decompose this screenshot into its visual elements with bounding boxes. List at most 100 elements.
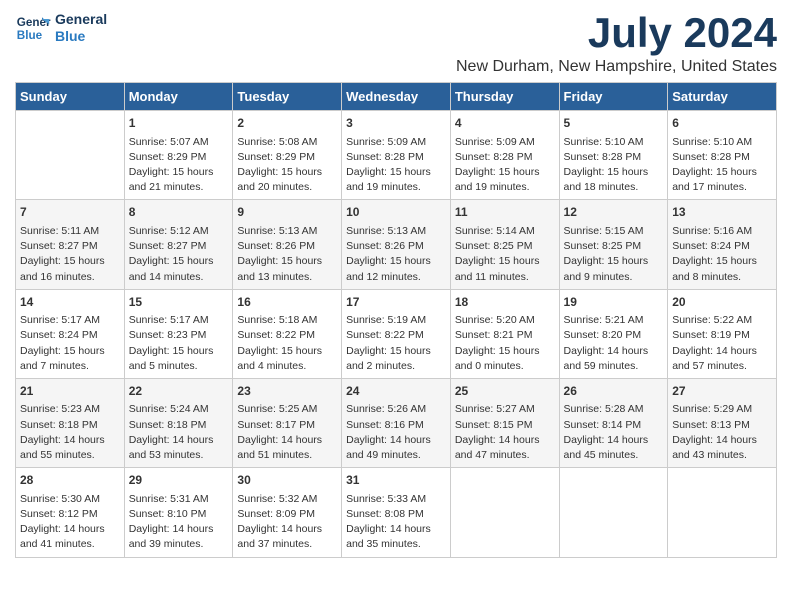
calendar-cell: 11Sunrise: 5:14 AMSunset: 8:25 PMDayligh… — [450, 200, 559, 289]
day-info: Daylight: 15 hours — [672, 165, 772, 180]
day-info: and 16 minutes. — [20, 270, 120, 285]
day-info: and 5 minutes. — [129, 359, 229, 374]
day-info: Daylight: 14 hours — [129, 433, 229, 448]
calendar-header-row: SundayMondayTuesdayWednesdayThursdayFrid… — [16, 83, 777, 111]
header-sunday: Sunday — [16, 83, 125, 111]
day-info: Sunrise: 5:22 AM — [672, 313, 772, 328]
calendar-cell: 16Sunrise: 5:18 AMSunset: 8:22 PMDayligh… — [233, 289, 342, 378]
day-number: 18 — [455, 294, 555, 311]
day-info: Sunrise: 5:21 AM — [564, 313, 664, 328]
day-info: Sunrise: 5:27 AM — [455, 402, 555, 417]
day-info: and 2 minutes. — [346, 359, 446, 374]
day-number: 26 — [564, 383, 664, 400]
calendar-cell: 10Sunrise: 5:13 AMSunset: 8:26 PMDayligh… — [342, 200, 451, 289]
day-info: Sunrise: 5:19 AM — [346, 313, 446, 328]
calendar-cell: 22Sunrise: 5:24 AMSunset: 8:18 PMDayligh… — [124, 378, 233, 467]
day-info: and 9 minutes. — [564, 270, 664, 285]
day-info: Sunrise: 5:14 AM — [455, 224, 555, 239]
calendar-cell: 27Sunrise: 5:29 AMSunset: 8:13 PMDayligh… — [668, 378, 777, 467]
calendar-cell: 2Sunrise: 5:08 AMSunset: 8:29 PMDaylight… — [233, 111, 342, 200]
day-info: and 57 minutes. — [672, 359, 772, 374]
day-info: Sunrise: 5:13 AM — [346, 224, 446, 239]
day-info: Sunset: 8:20 PM — [564, 328, 664, 343]
day-info: Sunset: 8:17 PM — [237, 418, 337, 433]
day-info: Daylight: 14 hours — [129, 522, 229, 537]
day-info: Daylight: 15 hours — [20, 254, 120, 269]
logo-icon: General Blue — [15, 10, 51, 46]
day-info: and 55 minutes. — [20, 448, 120, 463]
calendar-week-5: 28Sunrise: 5:30 AMSunset: 8:12 PMDayligh… — [16, 468, 777, 557]
header-tuesday: Tuesday — [233, 83, 342, 111]
day-number: 21 — [20, 383, 120, 400]
day-info: Sunset: 8:14 PM — [564, 418, 664, 433]
day-info: and 17 minutes. — [672, 180, 772, 195]
day-info: Daylight: 14 hours — [346, 433, 446, 448]
calendar-cell: 17Sunrise: 5:19 AMSunset: 8:22 PMDayligh… — [342, 289, 451, 378]
calendar-week-4: 21Sunrise: 5:23 AMSunset: 8:18 PMDayligh… — [16, 378, 777, 467]
day-info: Sunset: 8:21 PM — [455, 328, 555, 343]
day-info: and 12 minutes. — [346, 270, 446, 285]
day-number: 1 — [129, 115, 229, 132]
day-info: Sunset: 8:29 PM — [237, 150, 337, 165]
calendar-cell: 7Sunrise: 5:11 AMSunset: 8:27 PMDaylight… — [16, 200, 125, 289]
day-number: 3 — [346, 115, 446, 132]
day-info: Daylight: 14 hours — [20, 433, 120, 448]
day-info: Sunrise: 5:11 AM — [20, 224, 120, 239]
calendar-cell: 15Sunrise: 5:17 AMSunset: 8:23 PMDayligh… — [124, 289, 233, 378]
calendar-week-2: 7Sunrise: 5:11 AMSunset: 8:27 PMDaylight… — [16, 200, 777, 289]
day-number: 17 — [346, 294, 446, 311]
day-info: Sunrise: 5:32 AM — [237, 492, 337, 507]
header-thursday: Thursday — [450, 83, 559, 111]
day-info: Sunrise: 5:08 AM — [237, 135, 337, 150]
calendar-cell: 26Sunrise: 5:28 AMSunset: 8:14 PMDayligh… — [559, 378, 668, 467]
day-number: 20 — [672, 294, 772, 311]
day-info: Sunset: 8:27 PM — [129, 239, 229, 254]
day-info: Sunset: 8:15 PM — [455, 418, 555, 433]
day-info: Sunset: 8:13 PM — [672, 418, 772, 433]
day-info: Daylight: 15 hours — [672, 254, 772, 269]
day-info: Sunrise: 5:12 AM — [129, 224, 229, 239]
day-info: and 39 minutes. — [129, 537, 229, 552]
day-info: Sunset: 8:26 PM — [346, 239, 446, 254]
day-info: Sunset: 8:18 PM — [129, 418, 229, 433]
main-title: July 2024 — [456, 10, 777, 56]
day-info: Daylight: 15 hours — [455, 254, 555, 269]
header-monday: Monday — [124, 83, 233, 111]
day-info: Sunrise: 5:20 AM — [455, 313, 555, 328]
day-info: Sunrise: 5:09 AM — [346, 135, 446, 150]
day-info: Sunrise: 5:09 AM — [455, 135, 555, 150]
page-header: General Blue General Blue July 2024 New … — [15, 10, 777, 76]
title-area: July 2024 New Durham, New Hampshire, Uni… — [456, 10, 777, 76]
calendar-cell: 23Sunrise: 5:25 AMSunset: 8:17 PMDayligh… — [233, 378, 342, 467]
day-info: Daylight: 15 hours — [564, 165, 664, 180]
day-info: and 18 minutes. — [564, 180, 664, 195]
day-info: Sunset: 8:28 PM — [672, 150, 772, 165]
day-info: and 19 minutes. — [455, 180, 555, 195]
day-info: Sunrise: 5:33 AM — [346, 492, 446, 507]
day-info: and 7 minutes. — [20, 359, 120, 374]
day-number: 30 — [237, 472, 337, 489]
calendar-cell: 29Sunrise: 5:31 AMSunset: 8:10 PMDayligh… — [124, 468, 233, 557]
day-info: and 41 minutes. — [20, 537, 120, 552]
logo: General Blue General Blue — [15, 10, 107, 46]
day-info: Daylight: 14 hours — [237, 433, 337, 448]
calendar-cell: 30Sunrise: 5:32 AMSunset: 8:09 PMDayligh… — [233, 468, 342, 557]
day-number: 16 — [237, 294, 337, 311]
day-info: Sunset: 8:22 PM — [237, 328, 337, 343]
day-info: Sunrise: 5:07 AM — [129, 135, 229, 150]
day-info: Daylight: 15 hours — [346, 254, 446, 269]
day-info: Sunset: 8:28 PM — [564, 150, 664, 165]
day-info: and 13 minutes. — [237, 270, 337, 285]
day-number: 29 — [129, 472, 229, 489]
day-info: Daylight: 15 hours — [346, 165, 446, 180]
logo-text-blue: Blue — [55, 28, 107, 45]
day-info: Daylight: 15 hours — [564, 254, 664, 269]
day-info: Daylight: 15 hours — [346, 344, 446, 359]
day-info: and 43 minutes. — [672, 448, 772, 463]
calendar-cell: 13Sunrise: 5:16 AMSunset: 8:24 PMDayligh… — [668, 200, 777, 289]
day-info: Sunset: 8:29 PM — [129, 150, 229, 165]
day-info: Sunset: 8:09 PM — [237, 507, 337, 522]
day-info: Daylight: 15 hours — [20, 344, 120, 359]
day-info: Daylight: 15 hours — [129, 344, 229, 359]
calendar-cell: 8Sunrise: 5:12 AMSunset: 8:27 PMDaylight… — [124, 200, 233, 289]
